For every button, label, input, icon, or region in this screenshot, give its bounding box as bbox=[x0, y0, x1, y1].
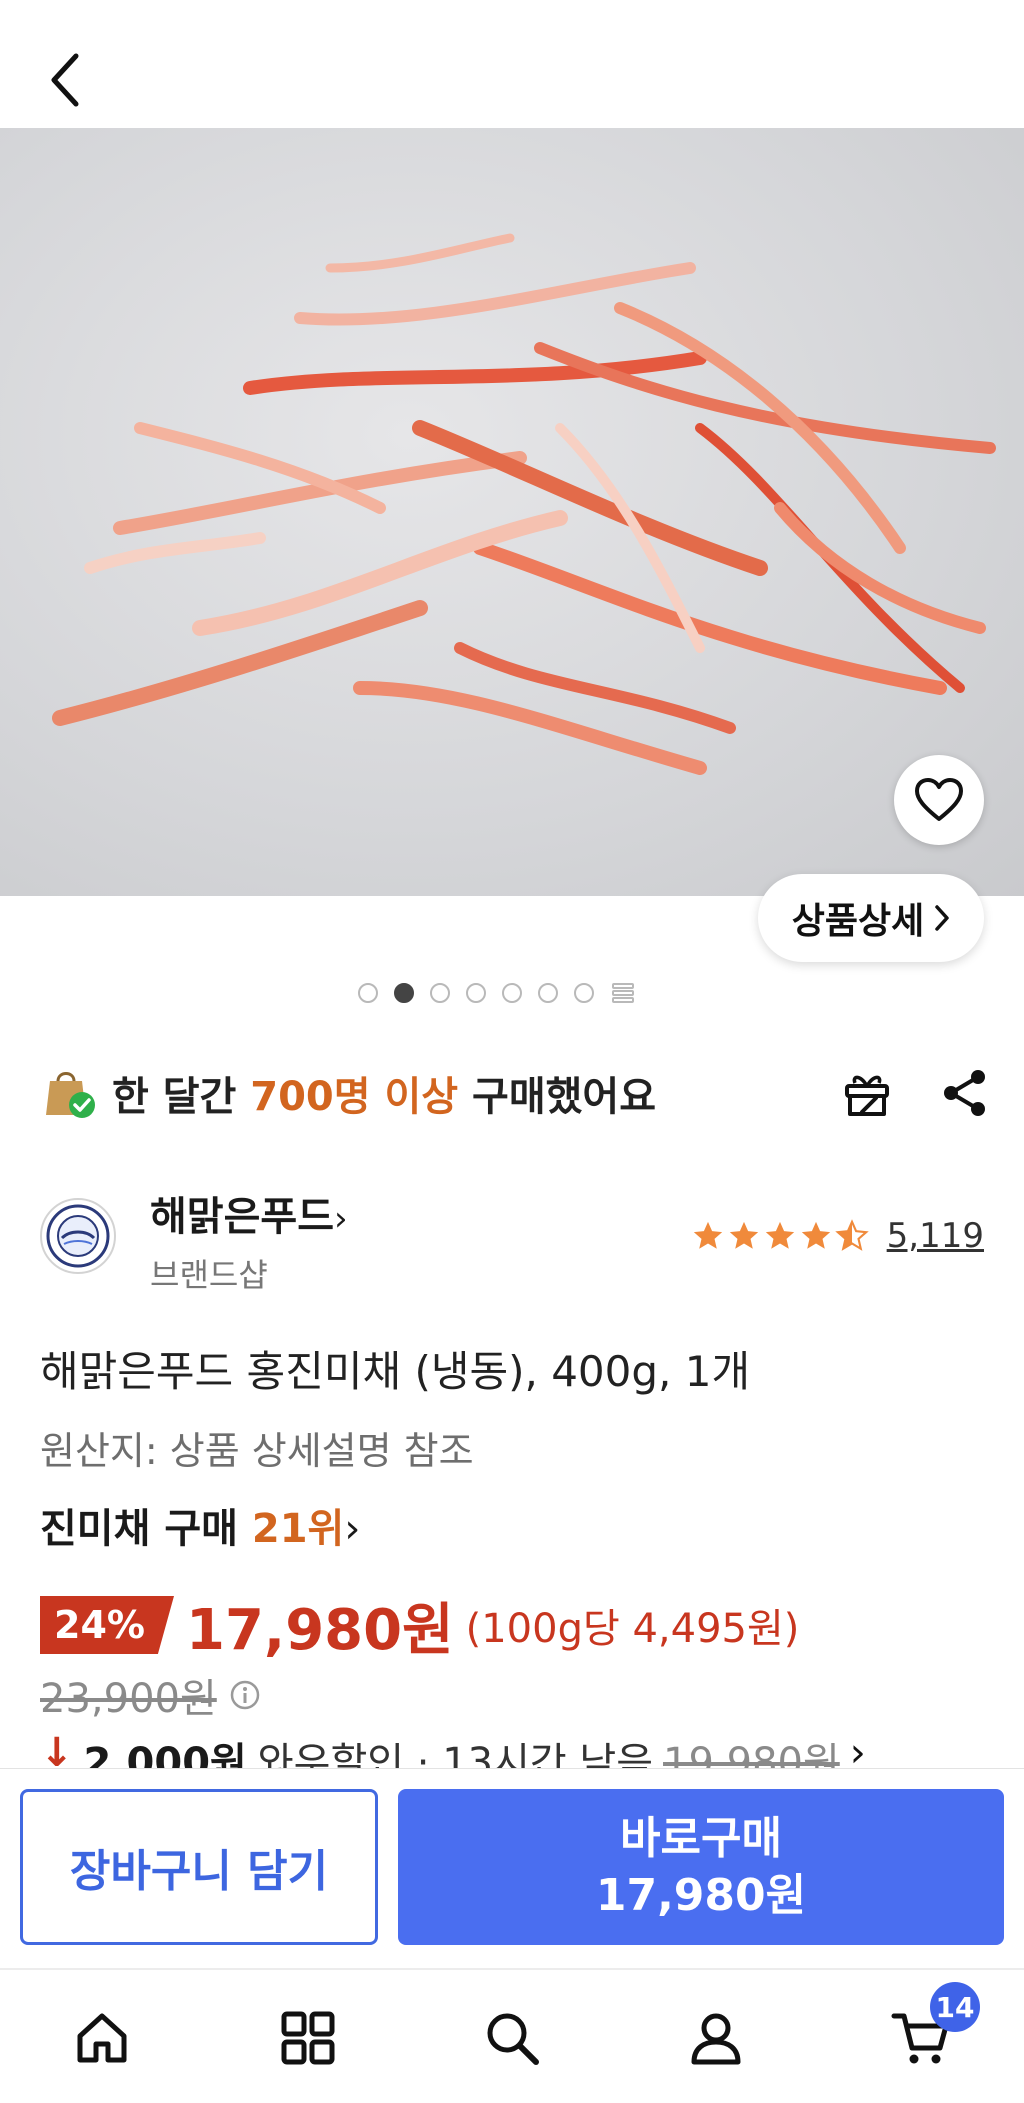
share-icon[interactable] bbox=[938, 1066, 992, 1120]
brand-chevron-icon: › bbox=[334, 1199, 348, 1239]
purchase-highlight: 700명 이상 bbox=[250, 1074, 459, 1120]
carousel-dot[interactable] bbox=[538, 983, 558, 1003]
home-icon[interactable] bbox=[72, 2008, 132, 2068]
product-title: 해맑은푸드 홍진미채 (냉동), 400g, 1개 bbox=[40, 1347, 751, 1396]
rank-label: 진미채 구매 bbox=[40, 1506, 252, 1552]
heart-icon bbox=[915, 778, 963, 821]
product-detail-button[interactable]: 상품상세 bbox=[758, 874, 984, 962]
purchase-suffix: 구매했어요 bbox=[458, 1074, 657, 1120]
coupon-text: 와우할인 · 13시간 남음 bbox=[256, 1740, 654, 1768]
rank-chevron-icon: › bbox=[344, 1506, 361, 1552]
purchase-count-text: 한 달간 700명 이상 구매했어요 bbox=[112, 1064, 656, 1122]
star-full-icon bbox=[801, 1221, 830, 1249]
star-full-icon bbox=[693, 1221, 722, 1249]
search-icon[interactable] bbox=[482, 2008, 542, 2068]
purchase-prefix: 한 달간 bbox=[112, 1074, 251, 1120]
carousel-dot[interactable] bbox=[430, 983, 450, 1003]
product-image[interactable] bbox=[0, 128, 1024, 896]
star-full-icon bbox=[765, 1221, 794, 1249]
review-count[interactable]: 5,119 bbox=[887, 1216, 984, 1256]
coupon-discount-row[interactable]: ↓ 2,000원 와우할인 · 13시간 남음 19,980원 › bbox=[40, 1730, 984, 1768]
coupon-amount: 2,000원 bbox=[83, 1740, 247, 1768]
purchase-social-proof: 한 달간 700명 이상 구매했어요 bbox=[42, 1058, 992, 1128]
gift-icon[interactable] bbox=[840, 1066, 894, 1120]
carousel-dot[interactable] bbox=[358, 983, 378, 1003]
brand-logo[interactable] bbox=[40, 1198, 116, 1274]
buy-now-label: 바로구매 bbox=[620, 1812, 782, 1864]
price-row: 24% 17,980원 (100g당 4,495원) bbox=[40, 1592, 800, 1663]
discount-badge: 24% bbox=[40, 1596, 174, 1654]
rating-summary[interactable]: 5,119 bbox=[691, 1216, 984, 1256]
cart-count-badge: 14 bbox=[930, 1982, 980, 2032]
original-price-row: 23,900원 bbox=[40, 1666, 261, 1724]
top-bar bbox=[0, 0, 1024, 128]
back-arrow-icon[interactable] bbox=[40, 48, 96, 112]
coupon-chevron-icon: › bbox=[849, 1730, 866, 1768]
carousel-dot-active[interactable] bbox=[394, 983, 414, 1003]
brand-name: 해맑은푸드 bbox=[150, 1194, 334, 1240]
brand-logo-mark bbox=[46, 1204, 110, 1268]
info-icon[interactable] bbox=[229, 1679, 261, 1711]
image-carousel-indicator[interactable] bbox=[358, 978, 636, 1008]
star-half-icon bbox=[834, 1219, 869, 1251]
product-detail-label: 상품상세 bbox=[791, 901, 925, 942]
sale-price: 17,980원 bbox=[186, 1597, 454, 1663]
category-grid-icon[interactable] bbox=[278, 2008, 338, 2068]
original-price: 23,900원 bbox=[40, 1676, 217, 1722]
brand-shop-label: 브랜드샵 bbox=[150, 1256, 268, 1294]
purchase-action-bar: 장바구니 담기 바로구매 17,980원 bbox=[0, 1768, 1024, 1969]
unit-price: (100g당 4,495원) bbox=[465, 1606, 800, 1652]
shopping-bag-check-icon bbox=[46, 1072, 95, 1118]
bottom-tab-bar bbox=[0, 1968, 1024, 2103]
buy-now-button[interactable]: 바로구매 17,980원 bbox=[398, 1789, 1004, 1945]
buy-now-price: 17,980원 bbox=[595, 1870, 807, 1921]
carousel-dot[interactable] bbox=[466, 983, 486, 1003]
brand-name-link[interactable]: 해맑은푸드› bbox=[150, 1184, 348, 1242]
chevron-right-icon bbox=[935, 905, 949, 931]
user-profile-icon[interactable] bbox=[686, 2008, 746, 2068]
carousel-dot[interactable] bbox=[502, 983, 522, 1003]
category-rank-link[interactable]: 진미채 구매 21위› bbox=[40, 1496, 360, 1554]
star-rating bbox=[691, 1219, 869, 1253]
origin-info: 원산지: 상품 상세설명 참조 bbox=[40, 1429, 474, 1473]
star-full-icon bbox=[729, 1221, 758, 1249]
dried-squid-photo bbox=[52, 233, 996, 775]
coupon-strike-price: 19,980원 bbox=[663, 1740, 840, 1768]
rank-value: 21위 bbox=[251, 1506, 345, 1552]
down-arrow-icon: ↓ bbox=[40, 1730, 74, 1768]
wishlist-button[interactable] bbox=[894, 755, 984, 845]
add-to-cart-button[interactable]: 장바구니 담기 bbox=[20, 1789, 378, 1945]
gallery-grid-icon[interactable] bbox=[610, 980, 636, 1006]
carousel-dot[interactable] bbox=[574, 983, 594, 1003]
